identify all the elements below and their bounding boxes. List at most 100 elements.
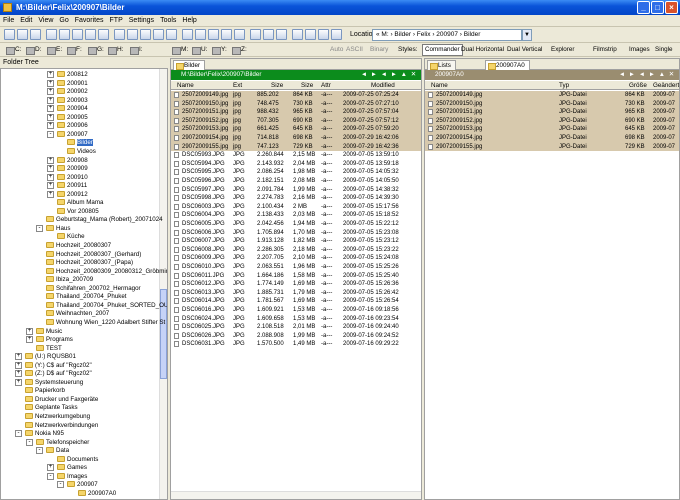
menu-tools[interactable]: Tools (157, 15, 179, 27)
right-col-2[interactable]: Größe (629, 81, 647, 90)
file-row[interactable]: 29072009155.jpg jpg 747.123 729 KB -a--- 2009… (171, 142, 421, 152)
file-row[interactable]: 25072009149.jpg jpg 885.202 864 KB -a--- 2009… (171, 91, 421, 100)
toolbar-icon-8[interactable] (98, 29, 109, 40)
file-row[interactable]: 25072009153.jpg JPG-Datei 645 KB 2009-07 (425, 125, 679, 134)
menu-favorites[interactable]: Favorites (72, 15, 107, 27)
toolbar-icon-3[interactable] (30, 29, 41, 40)
drive-c-button[interactable]: C: (6, 45, 22, 55)
style-dual-vertical[interactable]: Dual Vertical (504, 44, 545, 56)
menu-ftp[interactable]: FTP (107, 15, 126, 27)
menu-view[interactable]: View (35, 15, 56, 27)
file-row[interactable]: DSC06011.JPG JPG 1.664.186 1,58 MB -a--- 2009… (171, 272, 421, 281)
expand-toggle[interactable]: + (47, 71, 54, 78)
toolbar-icon-22[interactable] (292, 29, 303, 40)
expand-toggle[interactable]: + (47, 156, 54, 164)
left-col-0[interactable]: Name (177, 81, 194, 90)
style-dual-horizontal[interactable]: Dual Horizontal (458, 44, 507, 56)
file-row[interactable]: DSC06025.JPG JPG 2.108.518 2,01 MB -a--- 2009… (171, 323, 421, 332)
left-col-4[interactable]: Attr (321, 81, 331, 90)
file-row[interactable]: 25072009151.jpg jpg 988.432 965 KB -a--- 2009… (171, 108, 421, 117)
menu-settings[interactable]: Settings (126, 15, 157, 27)
file-row[interactable]: 29072009155.jpg JPG-Datei 729 KB 2009-07 (425, 142, 679, 152)
drive-f-button[interactable]: F: (67, 45, 82, 55)
file-row[interactable]: 25072009152.jpg JPG-Datei 690 KB 2009-07 (425, 116, 679, 126)
file-row[interactable]: 29072009154.jpg JPG-Datei 698 KB 2009-07 (425, 134, 679, 143)
style-commander[interactable]: Commander (422, 44, 463, 56)
toolbar-icon-4[interactable] (46, 29, 57, 40)
file-row[interactable]: DSC06026.JPG JPG 2.088.908 1,99 MB -a--- 2009… (171, 332, 421, 341)
file-row[interactable]: DSC06024.JPG JPG 1.609.658 1,53 MB -a--- 2009… (171, 315, 421, 324)
tree-scrollbar[interactable] (159, 69, 167, 499)
toolbar-icon-19[interactable] (250, 29, 261, 40)
drive-i-button[interactable]: I: (130, 45, 143, 55)
file-row[interactable]: 25072009152.jpg jpg 707.305 690 KB -a--- 2009… (171, 116, 421, 126)
toolbar-icon-17[interactable] (221, 29, 232, 40)
left-col-5[interactable]: Modified (371, 81, 395, 90)
file-row[interactable]: 25072009149.jpg JPG-Datei 864 KB 2009-07 (425, 91, 679, 100)
toolbar-icon-10[interactable] (127, 29, 138, 40)
file-row[interactable]: DSC06013.JPG JPG 1.885.731 1,79 MB -a--- 2009… (171, 289, 421, 298)
mode-ascii-button[interactable]: ASCII (346, 45, 363, 55)
toolbar-icon-9[interactable] (114, 29, 125, 40)
toolbar-icon-5[interactable] (59, 29, 70, 40)
drive-d-button[interactable]: D: (26, 45, 42, 55)
menu-file[interactable]: File (0, 15, 17, 27)
file-row[interactable]: 25072009150.jpg jpg 748.475 730 KB -a--- 2009… (171, 99, 421, 109)
file-row[interactable]: DSC06004.JPG JPG 2.138.433 2,03 MB -a--- 2009… (171, 211, 421, 220)
expand-toggle[interactable]: - (47, 472, 54, 480)
toolbar-icon-14[interactable] (182, 29, 193, 40)
file-row[interactable]: DSC06006.JPG JPG 1.705.894 1,70 MB -a--- 2009… (171, 229, 421, 238)
expand-toggle[interactable]: + (26, 336, 33, 344)
left-col-3[interactable]: Size (301, 81, 313, 90)
toolbar-icon-16[interactable] (208, 29, 219, 40)
file-row[interactable]: DSC05994.JPG JPG 2.143.932 2,04 MB -a--- 2009… (171, 160, 421, 169)
file-row[interactable]: DSC05995.JPG JPG 2.086.254 1,98 MB -a--- 2009… (171, 168, 421, 177)
tab-lists[interactable]: Lists (427, 60, 456, 70)
file-row[interactable]: DSC06031.JPG JPG 1.570.500 1,49 MB -a--- 2009… (171, 340, 421, 349)
left-tab[interactable]: Bilder (173, 60, 206, 70)
mode-binary-button[interactable]: Binary (370, 45, 388, 55)
right-col-0[interactable]: Name (431, 81, 448, 90)
file-row[interactable]: DSC06010.JPG JPG 2.063.551 1,96 MB -a--- 2009… (171, 263, 421, 272)
toolbar-icon-12[interactable] (153, 29, 164, 40)
drive-e-button[interactable]: E: (47, 45, 62, 55)
toolbar-icon-25[interactable] (331, 29, 342, 40)
toolbar-icon-2[interactable] (17, 29, 28, 40)
expand-toggle[interactable]: + (47, 122, 54, 130)
expand-toggle[interactable]: + (47, 165, 54, 173)
expand-toggle[interactable]: - (47, 130, 54, 138)
expand-toggle[interactable]: + (47, 190, 54, 198)
expand-toggle[interactable]: - (57, 481, 64, 489)
tree-node[interactable]: Wohnung Wien_1220 Adalbert Stifter St (46, 318, 165, 327)
expand-toggle[interactable]: + (15, 353, 22, 361)
expand-toggle[interactable]: + (26, 327, 33, 335)
toolbar-icon-1[interactable] (4, 29, 15, 40)
tree-node[interactable]: 200907A0 (78, 489, 116, 498)
file-row[interactable]: DSC06007.JPG JPG 1.913.128 1,82 MB -a--- 2009… (171, 237, 421, 246)
minimize-button[interactable]: _ (637, 1, 650, 14)
file-row[interactable]: DSC06016.JPG JPG 1.609.921 1,53 MB -a--- 2009… (171, 306, 421, 315)
expand-toggle[interactable]: + (47, 182, 54, 190)
maximize-button[interactable]: □ (651, 1, 664, 14)
expand-toggle[interactable]: + (47, 79, 54, 87)
expand-toggle[interactable]: + (15, 361, 22, 369)
file-row[interactable]: 25072009150.jpg JPG-Datei 730 KB 2009-07 (425, 99, 679, 109)
style-filmstrip[interactable]: Filmstrip (590, 44, 620, 56)
expand-toggle[interactable]: + (15, 370, 22, 378)
file-row[interactable]: DSC06008.JPG JPG 2.286.305 2,18 MB -a--- 2009… (171, 246, 421, 255)
file-row[interactable]: DSC06009.JPG JPG 2.207.705 2,10 MB -a--- 2009… (171, 254, 421, 263)
expand-toggle[interactable]: - (36, 224, 43, 232)
toolbar-icon-15[interactable] (195, 29, 206, 40)
file-row[interactable]: DSC06012.JPG JPG 1.774.149 1,69 MB -a--- 2009… (171, 280, 421, 289)
location-dropdown[interactable]: ▼ (522, 29, 532, 41)
left-col-2[interactable]: Size (271, 81, 283, 90)
toolbar-icon-23[interactable] (305, 29, 316, 40)
file-row[interactable]: DSC06003.JPG JPG 2.100.434 2 MB -a--- 2009-07… (171, 203, 421, 212)
toolbar-icon-7[interactable] (85, 29, 96, 40)
expand-toggle[interactable]: - (15, 430, 22, 438)
expand-toggle[interactable]: + (47, 464, 54, 472)
drive-h-button[interactable]: H: (108, 45, 124, 55)
file-row[interactable]: DSC05997.JPG JPG 2.091.784 1,99 MB -a--- 2009… (171, 186, 421, 195)
expand-toggle[interactable]: - (26, 438, 33, 446)
toolbar-icon-6[interactable] (72, 29, 83, 40)
